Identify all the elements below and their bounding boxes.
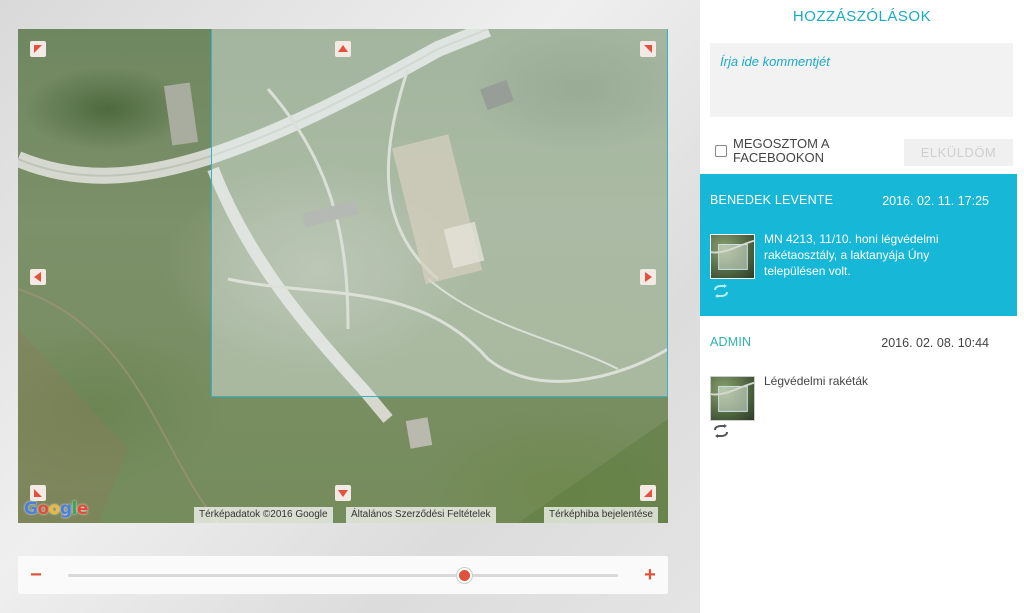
pan-left-button[interactable] [30,269,46,285]
terms-link[interactable]: Általános Szerződési Feltételek [346,507,496,523]
arrow-up-right-icon [644,45,652,53]
facebook-share-label: MEGOSZTOM A FACEBOOKON [733,136,829,165]
comment-author: ADMIN [710,335,752,349]
comment-item: ADMIN 2016. 02. 08. 10:44 Légvédelmi rak… [700,316,1017,456]
arrow-up-icon [338,45,348,52]
panel-title: HOZZÁSZÓLÁSOK [792,8,932,25]
pan-up-button[interactable] [335,41,351,57]
map-data-attribution: Térképadatok ©2016 Google [194,507,333,523]
zoom-control: − + [18,556,668,594]
pan-right-button[interactable] [640,269,656,285]
comment-thumbnail[interactable] [710,376,755,421]
arrow-left-icon [34,272,41,282]
pan-up-left-button[interactable] [30,41,46,57]
arrow-right-icon [645,272,652,282]
pan-down-button[interactable] [335,485,351,501]
map-thumbnail-image [711,239,754,270]
facebook-share-checkbox[interactable] [715,145,727,157]
map-thumbnail-image [711,381,754,412]
map-view[interactable]: Google Térképadatok ©2016 Google Általán… [18,29,668,523]
refresh-icon[interactable] [712,284,730,298]
selection-rectangle[interactable] [211,29,668,397]
comment-date: 2016. 02. 08. 10:44 [881,336,989,350]
arrow-up-left-icon [34,45,42,53]
report-map-error-link[interactable]: Térképhiba bejelentése [544,507,658,523]
pan-down-right-button[interactable] [640,485,656,501]
comment-text: Légvédelmi rakéták [764,374,869,388]
arrow-down-right-icon [644,489,652,497]
comment-input[interactable] [710,43,1013,117]
comment-author: BENEDEK LEVENTE [710,193,834,207]
comment-thumbnail[interactable] [710,234,755,279]
comment-date: 2016. 02. 11. 17:25 [882,194,989,208]
google-logo: Google [24,499,88,519]
arrow-down-icon [338,490,348,497]
comments-panel: HOZZÁSZÓLÁSOK MEGOSZTOM A FACEBOOKON BEN… [700,0,1024,613]
zoom-in-button[interactable]: + [638,562,662,588]
zoom-slider-handle[interactable] [457,568,472,583]
facebook-share-option[interactable]: MEGOSZTOM A FACEBOOKON [715,137,853,165]
zoom-slider-track[interactable] [68,568,618,583]
comment-item: BENEDEK LEVENTE 2016. 02. 11. 17:25 MN 4… [700,174,1017,316]
comment-text: MN 4213, 11/10. honi légvédelmi rakétaos… [764,232,939,278]
pan-up-right-button[interactable] [640,41,656,57]
arrow-down-left-icon [34,489,42,497]
refresh-icon[interactable] [712,424,730,438]
send-button[interactable]: ELKÜLDÖM [904,139,1013,166]
zoom-out-button[interactable]: − [24,562,48,588]
